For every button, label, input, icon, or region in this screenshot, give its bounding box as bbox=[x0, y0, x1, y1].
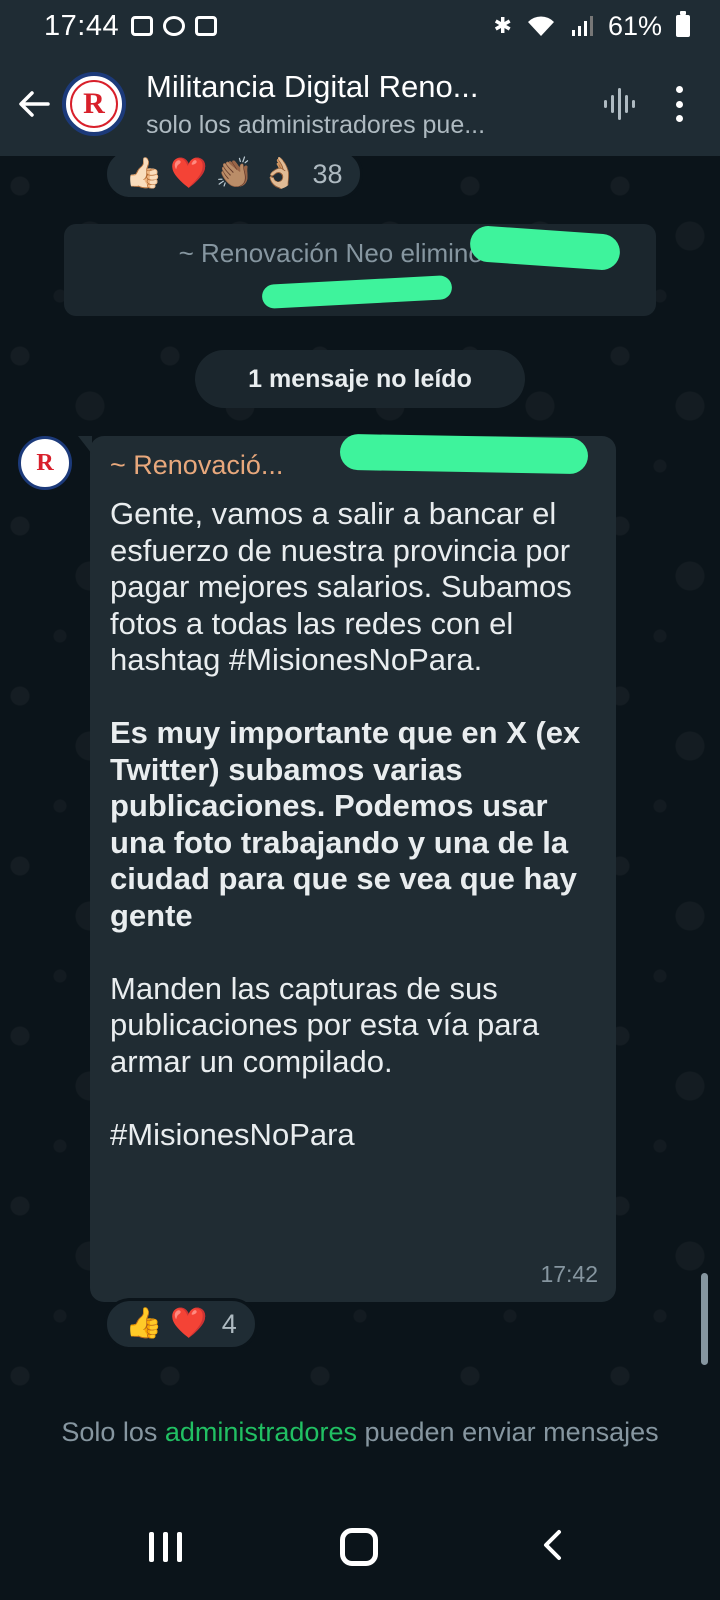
readonly-notice: Solo los administradores pueden enviar m… bbox=[0, 1394, 720, 1494]
message-paragraph-bold: Es muy importante que en X (ex Twitter) … bbox=[110, 715, 581, 933]
signal-icon bbox=[571, 16, 593, 36]
message-bubble[interactable]: ~ Renovació... Gente, vamos a salir a ba… bbox=[78, 436, 616, 1302]
battery-icon bbox=[676, 11, 690, 37]
unread-divider: 1 mensaje no leído bbox=[195, 350, 525, 408]
bubble-tail bbox=[78, 436, 92, 454]
scrollbar-thumb[interactable] bbox=[701, 1273, 708, 1365]
chat-subtitle: solo los administradores pue... bbox=[146, 110, 486, 139]
battery-percentage: 61% bbox=[607, 10, 662, 41]
message-paragraph: Gente, vamos a salir a bancar el esfuerz… bbox=[110, 496, 572, 677]
admins-link[interactable]: administradores bbox=[165, 1417, 357, 1447]
whatsapp-chat-screen: 17:44 ✱ 61% R Militancia Digital Reno...… bbox=[0, 0, 720, 1600]
reactions-top[interactable]: 👍🏻 ❤️ 👏🏽 👌🏼 38 bbox=[104, 156, 364, 200]
reaction-thumbs-up: 👍 bbox=[125, 1307, 163, 1340]
readonly-notice-text: Solo los administradores pueden enviar m… bbox=[0, 1412, 720, 1452]
reaction-count: 38 bbox=[312, 158, 343, 189]
sender-avatar[interactable]: R bbox=[18, 436, 72, 490]
android-nav-bar bbox=[0, 1494, 720, 1600]
reaction-thumbs-up: 👍🏻 bbox=[125, 157, 163, 190]
reaction-count: 4 bbox=[221, 1308, 237, 1339]
chat-area[interactable]: 👍🏻 ❤️ 👏🏽 👌🏼 38 ~ Renovación Neo eliminó … bbox=[0, 156, 720, 1394]
status-time: 17:44 bbox=[44, 9, 120, 42]
chat-bubble-icon bbox=[163, 16, 186, 36]
bluetooth-icon: ✱ bbox=[493, 13, 512, 38]
more-options-icon[interactable] bbox=[674, 86, 684, 122]
reaction-heart: ❤️ bbox=[170, 157, 208, 190]
reactions-bottom[interactable]: 👍 ❤️ 4 bbox=[104, 1298, 258, 1350]
wifi-icon bbox=[527, 16, 554, 36]
notification-icons bbox=[131, 16, 218, 36]
reaction-heart: ❤️ bbox=[170, 1307, 208, 1340]
chat-header: R Militancia Digital Reno... solo los ad… bbox=[0, 52, 720, 156]
nav-back-icon[interactable] bbox=[537, 1528, 571, 1567]
system-icons: ✱ 61% bbox=[494, 11, 690, 42]
message-hashtag[interactable]: #MisionesNoPara bbox=[110, 1117, 596, 1154]
voice-chat-icon[interactable] bbox=[600, 82, 644, 126]
chat-title: Militancia Digital Reno... bbox=[146, 68, 479, 104]
group-avatar[interactable]: R bbox=[62, 72, 126, 136]
redaction-mark bbox=[339, 433, 589, 475]
readonly-suffix: pueden enviar mensajes bbox=[356, 1417, 659, 1447]
back-arrow-icon[interactable] bbox=[14, 84, 54, 124]
message-paragraph: Manden las capturas de sus publicaciones… bbox=[110, 970, 540, 1079]
camera-icon bbox=[195, 16, 218, 36]
avatar-logo-letter: R bbox=[36, 449, 54, 476]
home-icon[interactable] bbox=[340, 1528, 379, 1566]
recent-apps-icon[interactable] bbox=[149, 1532, 183, 1562]
status-bar: 17:44 ✱ 61% bbox=[0, 0, 720, 52]
readonly-prefix: Solo los bbox=[61, 1417, 165, 1447]
message-body: Gente, vamos a salir a bancar el esfuerz… bbox=[110, 496, 596, 1153]
unread-divider-text: 1 mensaje no leído bbox=[248, 364, 472, 393]
chat-info[interactable]: Militancia Digital Reno... solo los admi… bbox=[146, 69, 600, 140]
reaction-clap: 👏🏽 bbox=[215, 157, 254, 190]
message-time: 17:42 bbox=[540, 1261, 598, 1287]
avatar-logo-letter: R bbox=[83, 87, 105, 120]
reaction-ok-hand: 👌🏼 bbox=[261, 157, 299, 190]
voicemail-icon bbox=[131, 16, 154, 36]
